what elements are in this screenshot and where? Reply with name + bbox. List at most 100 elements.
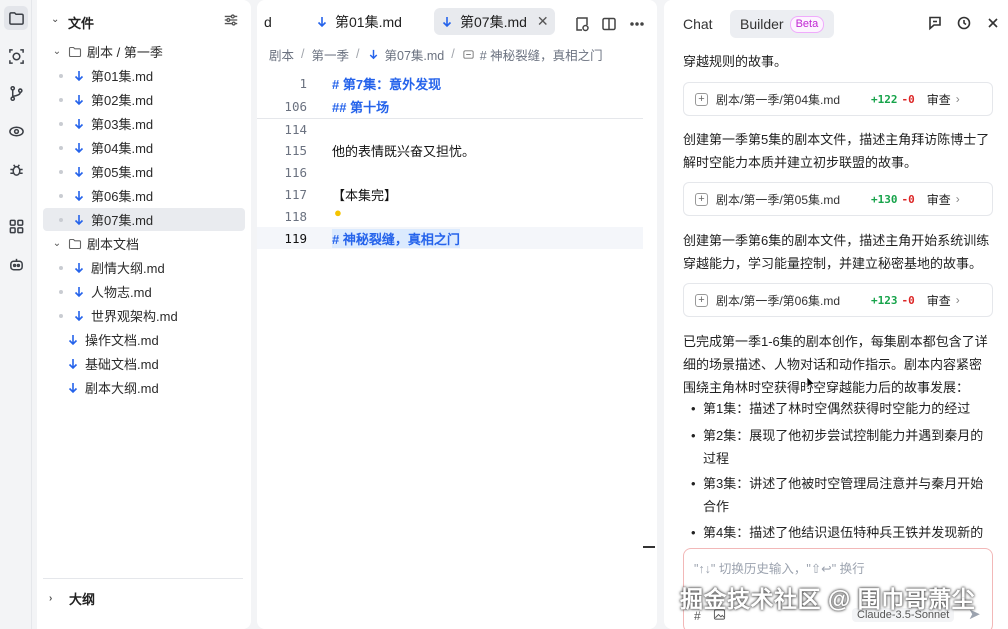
tree-file[interactable]: 第05集.md bbox=[43, 160, 245, 183]
tree-file[interactable]: 第03集.md bbox=[43, 112, 245, 135]
breadcrumb-item[interactable]: 第一季 bbox=[312, 45, 350, 64]
tab-label: d bbox=[264, 13, 272, 30]
tree-guide-dot bbox=[59, 169, 63, 174]
split-editor-icon[interactable] bbox=[599, 14, 619, 34]
tree-file[interactable]: 第04集.md bbox=[43, 136, 245, 159]
tree-file[interactable]: 世界观架构.md bbox=[43, 304, 245, 327]
tree-file[interactable]: 第01集.md bbox=[43, 64, 245, 87]
tab-episode-01[interactable]: 第01集.md bbox=[315, 8, 402, 35]
tree-file[interactable]: 第02集.md bbox=[43, 88, 245, 111]
close-icon[interactable]: ✕ bbox=[537, 13, 549, 30]
tree-guide-dot bbox=[59, 193, 63, 198]
tree-file[interactable]: 第06集.md bbox=[43, 184, 245, 207]
line-number: 117 bbox=[284, 186, 307, 202]
tree-label: 第07集.md bbox=[91, 213, 154, 228]
run-icon[interactable] bbox=[4, 119, 28, 143]
tree-file[interactable]: 人物志.md bbox=[43, 280, 245, 303]
chevron-down-icon: ⌄ bbox=[52, 238, 62, 249]
assistant-message: 穿越规则的故事。 bbox=[683, 54, 788, 69]
tab-d[interactable]: d bbox=[264, 8, 272, 35]
code-line-current: 119 # 神秘裂缝，真相之门 bbox=[257, 227, 643, 249]
tree-file[interactable]: 操作文档.md bbox=[43, 328, 245, 351]
breadcrumb-item[interactable]: 剧本 bbox=[269, 45, 294, 64]
input-placeholder: "↑↓" 切换历史输入，"⇧↩" 换行 bbox=[694, 562, 865, 576]
files-icon[interactable] bbox=[4, 6, 28, 30]
history-icon[interactable] bbox=[955, 14, 973, 32]
markdown-file-icon bbox=[71, 116, 87, 132]
tree-label: 第01集.md bbox=[91, 69, 154, 84]
file-change-card[interactable]: + 剧本/第一季/第06集.md +123 -0 审查 › bbox=[683, 283, 993, 317]
code-line: 118 bbox=[257, 205, 643, 227]
tree-label: 第06集.md bbox=[91, 189, 154, 204]
additions-count: +123 bbox=[871, 293, 898, 307]
ai-bot-icon[interactable] bbox=[4, 252, 28, 276]
explorer-title: 文件 bbox=[68, 16, 95, 31]
file-path: 剧本/第一季/第05集.md bbox=[716, 192, 841, 207]
expand-icon[interactable]: + bbox=[695, 192, 708, 206]
additions-count: +122 bbox=[871, 92, 898, 106]
expand-icon[interactable]: + bbox=[695, 92, 708, 106]
close-icon[interactable] bbox=[984, 14, 1002, 32]
expand-icon[interactable]: + bbox=[695, 293, 708, 307]
search-icon[interactable] bbox=[4, 44, 28, 68]
tab-builder[interactable]: Builder Beta bbox=[730, 10, 835, 38]
sliders-icon[interactable] bbox=[223, 12, 241, 30]
tree-file[interactable]: 基础文档.md bbox=[43, 352, 245, 375]
review-button[interactable]: 审查 bbox=[927, 191, 951, 208]
source-control-icon[interactable] bbox=[4, 81, 28, 105]
explorer-header: ⌄ 文件 bbox=[37, 8, 251, 34]
tree-label: 剧本大纲.md bbox=[85, 381, 159, 396]
file-change-card[interactable]: + 剧本/第一季/第05集.md +130 -0 审查 › bbox=[683, 182, 993, 216]
tree-file[interactable]: 剧情大纲.md bbox=[43, 256, 245, 279]
extensions-icon[interactable] bbox=[4, 214, 28, 238]
chevron-right-icon: › bbox=[955, 192, 960, 206]
tree-label: 基础文档.md bbox=[85, 357, 159, 372]
lightbulb-icon[interactable]: ● bbox=[334, 205, 342, 220]
file-change-card[interactable]: + 剧本/第一季/第04集.md +122 -0 审查 › bbox=[683, 82, 993, 116]
line-number: 114 bbox=[284, 121, 307, 137]
file-explorer: ⌄ 文件 ⌄ 剧本 / 第一季第01集.md 第02集.md 第03集.md 第04集.… bbox=[37, 0, 251, 629]
file-path: 剧本/第一季/第04集.md bbox=[716, 92, 841, 107]
tree-label: 剧情大纲.md bbox=[91, 261, 165, 276]
outline-section[interactable]: › 大纲 bbox=[43, 587, 95, 609]
review-button[interactable]: 审查 bbox=[927, 292, 951, 309]
activity-bar bbox=[0, 0, 32, 629]
code-line: 115 他的表情既兴奋又担忧。 bbox=[257, 139, 643, 161]
scrollbar[interactable] bbox=[643, 546, 655, 548]
markdown-file-icon bbox=[71, 212, 87, 228]
tree-file[interactable]: 第07集.md bbox=[43, 208, 245, 231]
breadcrumb-item[interactable]: # 神秘裂缝，真相之门 bbox=[480, 45, 603, 64]
deletions-count: -0 bbox=[901, 293, 915, 307]
chat-header: Chat Builder Beta bbox=[664, 0, 1008, 45]
markdown-file-icon bbox=[71, 92, 87, 108]
editor-tabs: d 第01集.md 第07集.md ✕ bbox=[257, 6, 657, 38]
markdown-file-icon bbox=[65, 332, 81, 348]
chevron-down-icon[interactable]: ⌄ bbox=[51, 14, 59, 25]
line-number: 118 bbox=[284, 208, 307, 224]
additions-count: +130 bbox=[871, 192, 898, 206]
tree-folder[interactable]: ⌄ 剧本 / 第一季 bbox=[43, 40, 245, 63]
tree-file[interactable]: 剧本大纲.md bbox=[43, 376, 245, 399]
review-button[interactable]: 审查 bbox=[927, 91, 951, 108]
deletions-count: -0 bbox=[901, 192, 915, 206]
list-item: 第3集：讲述了他被时空管理局注意并与秦月开始合作 bbox=[691, 472, 991, 518]
new-chat-icon[interactable] bbox=[926, 14, 944, 32]
line-number: 106 bbox=[284, 98, 307, 114]
assistant-message: 创建第一季第6集的剧本文件，描述主角开始系统训练穿越能力，学习能量控制，并建立秘… bbox=[683, 233, 990, 271]
deletions-count: -0 bbox=[901, 92, 915, 106]
more-icon[interactable] bbox=[627, 14, 647, 34]
preview-icon[interactable] bbox=[572, 14, 592, 34]
code-line: 116 bbox=[257, 161, 643, 183]
assistant-summary: 已完成第一季1-6集的剧本创作，每集剧本都包含了详细的场景描述、人物对话和动作指… bbox=[683, 334, 988, 395]
beta-badge: Beta bbox=[789, 15, 825, 33]
breadcrumb-item[interactable]: 第07集.md bbox=[385, 45, 445, 64]
tree-label: 操作文档.md bbox=[85, 333, 159, 348]
line-text: # 神秘裂缝，真相之门 bbox=[332, 228, 460, 248]
debug-icon[interactable] bbox=[4, 157, 28, 181]
tree-folder[interactable]: ⌄ 剧本文档 bbox=[43, 232, 245, 255]
editor-pane: d 第01集.md 第07集.md ✕ 剧本 / 第一季 / 第07集.md /… bbox=[257, 0, 657, 629]
tab-chat[interactable]: Chat bbox=[683, 10, 713, 38]
tree-label: 第05集.md bbox=[91, 165, 154, 180]
markdown-file-icon bbox=[65, 380, 81, 396]
tab-episode-07[interactable]: 第07集.md ✕ bbox=[434, 8, 555, 35]
